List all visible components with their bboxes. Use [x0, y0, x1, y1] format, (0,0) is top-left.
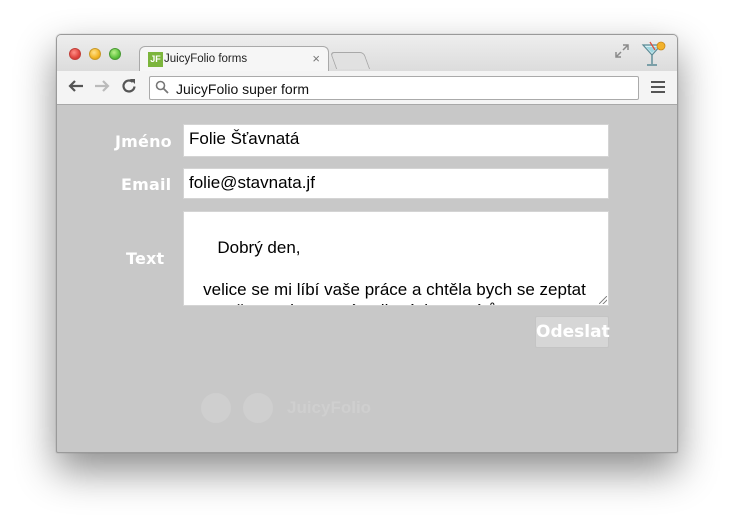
reload-icon[interactable]: [120, 77, 138, 99]
email-field[interactable]: folie@stavnata.jf: [183, 168, 609, 199]
search-icon: [155, 80, 169, 94]
tab-juicyfolio-forms[interactable]: JF JuicyFolio forms ×: [139, 46, 329, 72]
forward-arrow-icon[interactable]: [93, 77, 111, 99]
footer-circle-icon: [201, 393, 231, 423]
close-window-button[interactable]: [69, 48, 81, 60]
address-bar[interactable]: JuicyFolio super form: [149, 76, 639, 100]
message-textarea[interactable]: Dobrý den, velice se mi líbí vaše práce …: [183, 211, 609, 306]
name-label: Jméno: [115, 132, 172, 151]
address-text: JuicyFolio super form: [176, 81, 310, 97]
email-label: Email: [121, 175, 172, 194]
footer-brand: JuicyFolio: [287, 398, 372, 417]
favicon-icon: JF: [148, 52, 163, 67]
cocktail-icon[interactable]: [639, 39, 669, 69]
back-arrow-icon[interactable]: [67, 77, 85, 99]
zoom-window-button[interactable]: [109, 48, 121, 60]
text-label: Text: [126, 249, 165, 268]
browser-toolbar: JuicyFolio super form: [57, 71, 677, 105]
menu-icon[interactable]: [651, 81, 665, 96]
tab-close-icon[interactable]: ×: [312, 51, 320, 66]
footer-circle-icon: [243, 393, 273, 423]
title-bar: JF JuicyFolio forms ×: [57, 35, 677, 72]
tab-title: JuicyFolio forms: [164, 53, 248, 65]
minimize-window-button[interactable]: [89, 48, 101, 60]
resize-handle-icon[interactable]: [599, 296, 607, 304]
fullscreen-icon[interactable]: [615, 44, 629, 58]
name-field[interactable]: Folie Šťavnatá: [183, 124, 609, 157]
page-content: Jméno Folie Šťavnatá Email folie@stavnat…: [57, 105, 677, 452]
message-text: Dobrý den, velice se mi líbí vaše práce …: [189, 238, 586, 305]
new-tab-button[interactable]: [329, 52, 371, 69]
submit-button[interactable]: Odeslat: [535, 316, 610, 348]
browser-window: JF JuicyFolio forms × JuicyFolio super f…: [56, 34, 678, 453]
